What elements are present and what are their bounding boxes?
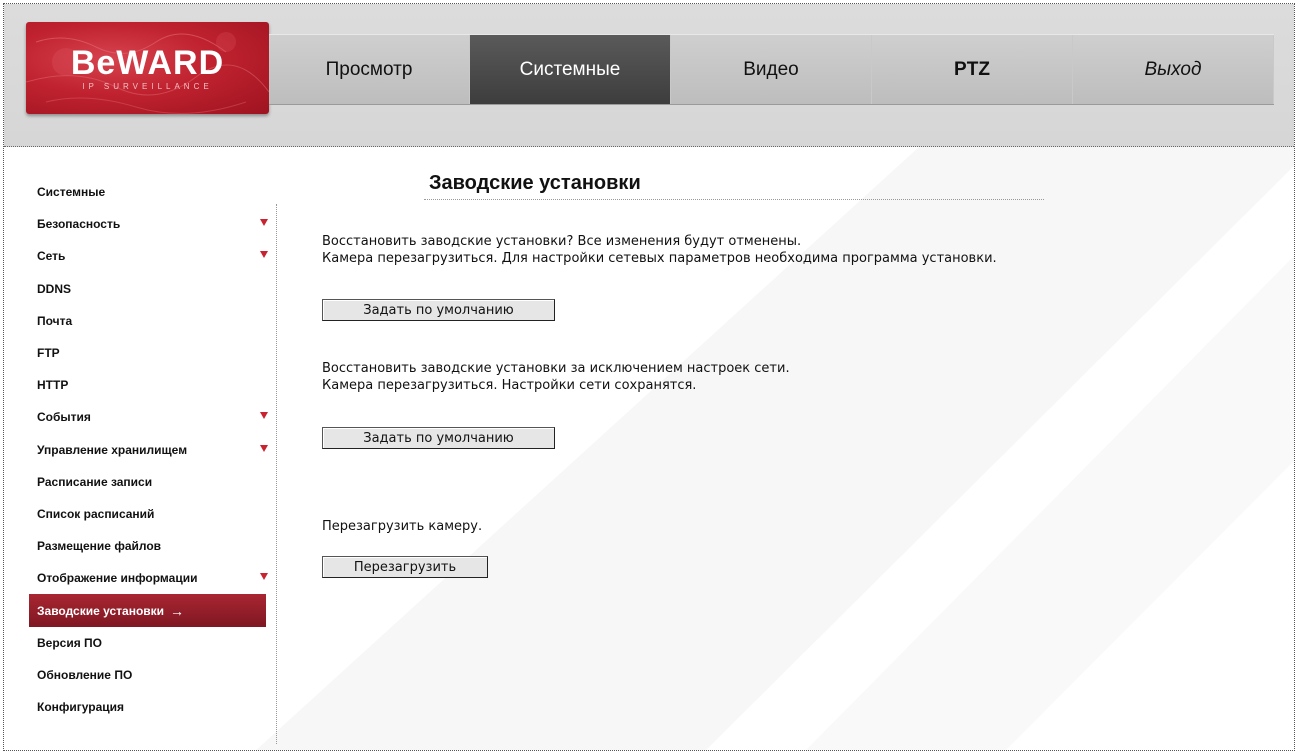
reboot-description: Перезагрузить камеру.: [322, 519, 483, 534]
sidebar-divider: [276, 204, 277, 744]
nav-ptz[interactable]: PTZ: [872, 35, 1073, 104]
logo-text: BeWARD: [70, 44, 225, 82]
sidebar-item-configuration[interactable]: Конфигурация: [29, 691, 274, 723]
expand-arrow-icon: [260, 219, 268, 227]
sidebar-item-label: События: [37, 410, 91, 425]
sidebar-item-ftp[interactable]: FTP: [29, 337, 274, 369]
right-arrow-icon: →: [170, 602, 185, 619]
sidebar-item-label: Сеть: [37, 249, 66, 264]
expand-arrow-icon: [260, 573, 268, 581]
sidebar-item-info-display[interactable]: Отображение информации: [29, 562, 274, 594]
expand-arrow-icon: [260, 412, 268, 420]
sidebar-item-record-schedule[interactable]: Расписание записи: [29, 466, 274, 498]
sidebar-item-label: FTP: [37, 346, 60, 361]
sidebar-item-label: Безопасность: [37, 217, 121, 232]
reset-keep-network-line2: Камера перезагрузиться. Настройки сети с…: [322, 378, 697, 393]
sidebar-item-firmware-version[interactable]: Версия ПО: [29, 627, 274, 659]
page-frame: BeWARD IP SURVEILLANCE Просмотр Системны…: [3, 3, 1295, 751]
sidebar-item-label: Системные: [37, 185, 106, 200]
sidebar-item-file-location[interactable]: Размещение файлов: [29, 530, 274, 562]
sidebar-item-firmware-update[interactable]: Обновление ПО: [29, 659, 274, 691]
reset-keep-network-description: Восстановить заводские установки за искл…: [322, 360, 790, 394]
sidebar-item-http[interactable]: HTTP: [29, 369, 274, 401]
sidebar-item-mail[interactable]: Почта: [29, 305, 274, 337]
header: BeWARD IP SURVEILLANCE Просмотр Системны…: [4, 4, 1294, 147]
sidebar-item-label: Почта: [37, 313, 73, 328]
logo-subtitle: IP SURVEILLANCE: [82, 82, 213, 91]
sidebar-item-label: Заводские установки: [37, 603, 165, 618]
sidebar-item-label: Размещение файлов: [37, 539, 162, 554]
sidebar-item-label: DDNS: [37, 281, 72, 296]
sidebar-item-storage[interactable]: Управление хранилищем: [29, 434, 274, 466]
reboot-button[interactable]: Перезагрузить: [322, 556, 488, 578]
nav-system[interactable]: Системные: [470, 35, 671, 104]
sidebar-item-label: Обновление ПО: [37, 667, 133, 682]
sidebar-item-label: Список расписаний: [37, 506, 155, 521]
page-title: Заводские установки: [429, 172, 641, 194]
sidebar-item-label: HTTP: [37, 378, 69, 393]
reset-all-line2: Камера перезагрузиться. Для настройки се…: [322, 251, 997, 266]
sidebar-item-ddns[interactable]: DDNS: [29, 273, 274, 305]
expand-arrow-icon: [260, 251, 268, 259]
reset-all-line1: Восстановить заводские установки? Все из…: [322, 234, 802, 249]
reset-all-default-button[interactable]: Задать по умолчанию: [322, 299, 555, 321]
sidebar-item-factory-defaults[interactable]: Заводские установки →: [29, 594, 266, 627]
sidebar-item-label: Управление хранилищем: [37, 442, 188, 457]
sidebar-item-label: Расписание записи: [37, 474, 153, 489]
nav-logout[interactable]: Выход: [1073, 35, 1274, 104]
nav-view[interactable]: Просмотр: [269, 35, 470, 104]
sidebar: Системные Безопасность Сеть DDNS Почта F…: [29, 176, 274, 723]
sidebar-item-system[interactable]: Системные: [29, 176, 274, 208]
sidebar-item-events[interactable]: События: [29, 401, 274, 433]
expand-arrow-icon: [260, 444, 268, 452]
sidebar-item-security[interactable]: Безопасность: [29, 208, 274, 240]
reset-all-description: Восстановить заводские установки? Все из…: [322, 233, 997, 267]
title-divider: [424, 199, 1044, 200]
sidebar-item-label: Версия ПО: [37, 635, 103, 650]
beward-logo[interactable]: BeWARD IP SURVEILLANCE: [26, 22, 269, 114]
nav-video[interactable]: Видео: [671, 35, 872, 104]
sidebar-item-schedule-list[interactable]: Список расписаний: [29, 498, 274, 530]
top-nav: Просмотр Системные Видео PTZ Выход: [269, 34, 1274, 105]
reset-keep-network-default-button[interactable]: Задать по умолчанию: [322, 427, 555, 449]
sidebar-item-label: Отображение информации: [37, 571, 198, 586]
sidebar-item-network[interactable]: Сеть: [29, 240, 274, 272]
reset-keep-network-line1: Восстановить заводские установки за искл…: [322, 361, 790, 376]
sidebar-item-label: Конфигурация: [37, 700, 125, 715]
